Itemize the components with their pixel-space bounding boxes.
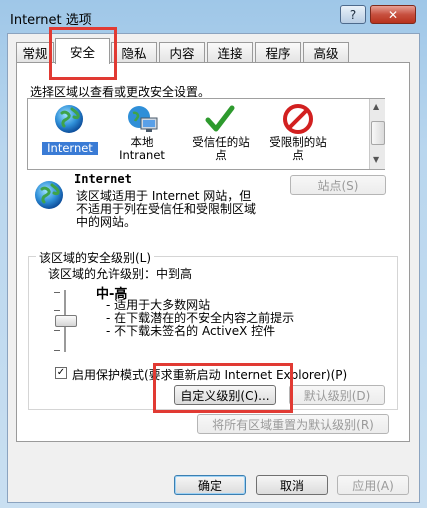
ok-button[interactable]: 确定: [174, 475, 246, 495]
tab-privacy[interactable]: 隐私: [111, 42, 157, 62]
sites-button[interactable]: 站点(S): [290, 175, 386, 195]
level-desc-line: - 不下载未签名的 ActiveX 控件: [106, 324, 276, 338]
window-title: Internet 选项: [10, 13, 92, 28]
checkmark-icon: [205, 105, 235, 132]
level-description: - 适用于大多数网站 - 在下载潜在的不安全内容之前提示 - 不下载未签名的 A…: [106, 299, 294, 338]
close-icon: ✕: [387, 7, 399, 22]
help-button[interactable]: ?: [340, 5, 366, 24]
slider-thumb[interactable]: [55, 315, 77, 327]
tab-general[interactable]: 常规: [16, 42, 54, 62]
globe-icon: [55, 105, 83, 133]
zone-item-trusted[interactable]: 受信任的站 点: [185, 102, 257, 166]
zone-label-intranet: 本地 Intranet: [119, 135, 165, 162]
tab-advanced[interactable]: 高级: [303, 42, 349, 62]
security-level-title: 该区域的安全级别(L): [36, 249, 155, 266]
zone-list-scrollbar[interactable]: ▲ ▼: [369, 99, 385, 169]
scroll-thumb[interactable]: [371, 121, 385, 145]
scroll-down-icon[interactable]: ▼: [373, 155, 379, 164]
help-icon: ?: [349, 7, 357, 22]
default-level-button[interactable]: 默认级别(D): [289, 385, 385, 405]
tab-security[interactable]: 安全: [55, 38, 110, 64]
tab-connections[interactable]: 连接: [207, 42, 253, 62]
zone-label-trusted: 受信任的站 点: [192, 135, 250, 162]
protected-mode-label: 启用保护模式(要求重新启动 Internet Explorer)(P): [72, 368, 348, 382]
zone-desc-text: 该区域适用于 Internet 网站，但 不适用于列在受信任和受限制区域 中的网…: [76, 189, 257, 229]
tab-content[interactable]: 内容: [159, 42, 205, 62]
security-level-slider[interactable]: [54, 290, 77, 352]
close-button[interactable]: ✕: [370, 5, 416, 24]
zone-desc-title: Internet: [74, 172, 132, 186]
zone-item-intranet[interactable]: 本地 Intranet: [110, 102, 174, 164]
zone-label-restricted: 受限制的站 点: [269, 135, 327, 162]
zone-desc-globe-icon: [35, 181, 63, 209]
intranet-icon: [128, 106, 158, 132]
zone-item-restricted[interactable]: 受限制的站 点: [262, 102, 334, 166]
restricted-icon: [283, 104, 313, 134]
tab-programs[interactable]: 程序: [255, 42, 301, 62]
allowed-levels-text: 该区域的允许级别：中到高: [48, 267, 193, 281]
protected-mode-checkbox[interactable]: ✓: [55, 367, 67, 379]
scroll-up-icon[interactable]: ▲: [373, 102, 379, 111]
zone-item-internet[interactable]: Internet: [40, 102, 100, 160]
zone-label-internet: Internet: [42, 142, 98, 155]
custom-level-button[interactable]: 自定义级别(C)...: [174, 385, 276, 405]
cancel-button[interactable]: 取消: [256, 475, 328, 495]
reset-all-zones-button[interactable]: 将所有区域重置为默认级别(R): [197, 414, 389, 434]
apply-button[interactable]: 应用(A): [337, 475, 409, 495]
